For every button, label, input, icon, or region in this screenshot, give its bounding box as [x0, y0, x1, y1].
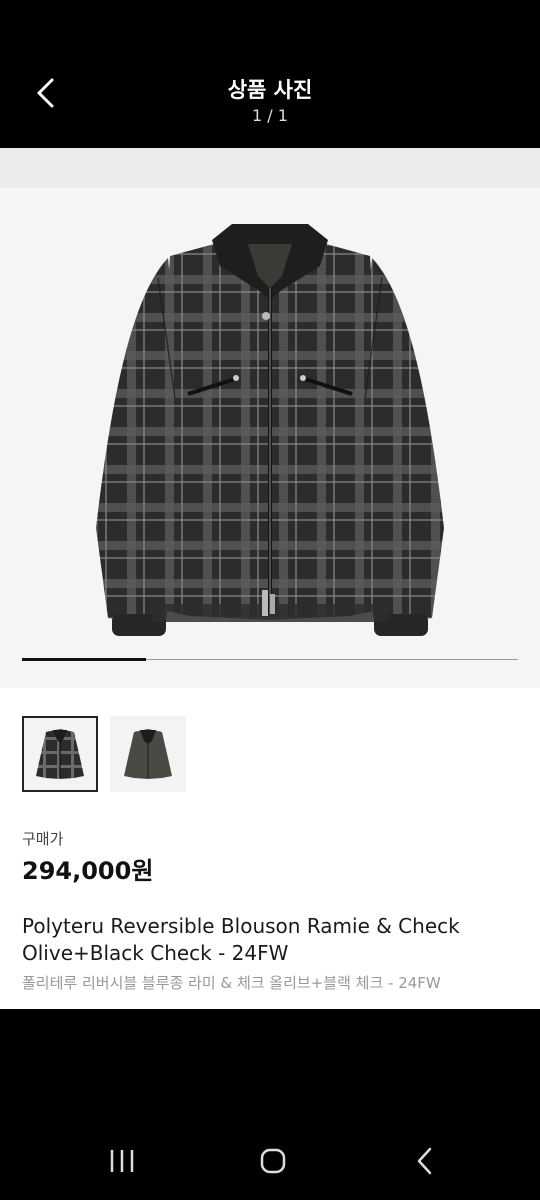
system-navigation-bar	[0, 1120, 540, 1200]
plaid-jacket-thumbnail	[24, 718, 96, 790]
olive-jacket-thumbnail	[110, 716, 186, 792]
thumbnail-2[interactable]	[110, 716, 186, 792]
photo-counter: 1 / 1	[252, 106, 288, 125]
app-header: 상품 사진 1 / 1	[0, 0, 540, 148]
recent-apps-button[interactable]	[97, 1144, 147, 1178]
product-info: 구매가 294,000원 Polyteru Reversible Blouson…	[0, 688, 540, 1009]
home-button[interactable]	[248, 1144, 298, 1178]
system-back-button[interactable]	[400, 1144, 450, 1178]
jacket-image	[0, 148, 540, 636]
price-label: 구매가	[22, 830, 64, 848]
product-name-korean: 폴리테루 리버시블 블루종 라미 & 체크 올리브+블랙 체크 - 24FW	[22, 974, 441, 992]
back-icon	[417, 1147, 432, 1175]
product-price: 294,000원	[22, 857, 154, 885]
product-photo[interactable]	[0, 148, 540, 688]
recent-apps-icon	[110, 1150, 134, 1172]
thumbnail-1[interactable]	[22, 716, 98, 792]
product-name-english: Polyteru Reversible Blouson Ramie & Chec…	[22, 914, 460, 965]
page-title: 상품 사진	[227, 78, 313, 102]
gallery-progress-indicator	[22, 658, 146, 661]
home-icon	[260, 1148, 286, 1174]
